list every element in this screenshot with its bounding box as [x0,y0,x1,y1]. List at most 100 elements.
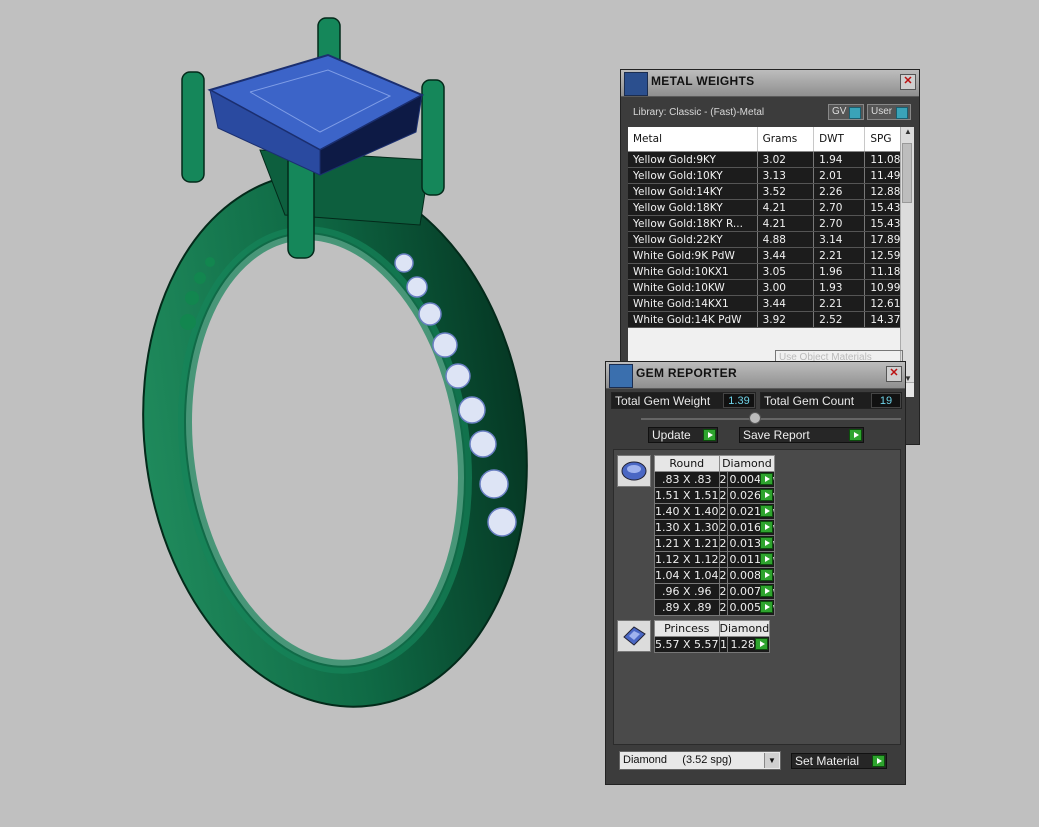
ring-model[interactable] [100,0,660,760]
table-row[interactable]: White Gold:10KX1 3.05 1.96 11.18 [628,263,914,280]
splitter[interactable] [641,418,901,420]
metal-cell: Yellow Gold:9KY [628,151,758,168]
col-header-metal[interactable]: Metal [628,127,758,152]
play-icon [849,429,862,441]
count-cell: 2 [718,503,728,520]
table-row[interactable]: White Gold:14KX1 3.44 2.21 12.61 [628,295,914,312]
table-row[interactable]: 1.21 X 1.21 2 0.013tw [654,535,776,552]
close-icon[interactable]: ✕ [886,366,902,382]
dwt-cell: 2.21 [813,295,866,312]
scroll-thumb[interactable] [902,143,912,203]
vertical-scrollbar[interactable]: ▲ ▼ [900,127,914,383]
princess-gem-icon [617,620,651,652]
close-icon[interactable]: ✕ [900,74,916,90]
material-select-value: Diamond (3.52 spg) [623,754,732,766]
weight-cell: 0.007tw [726,583,776,600]
weight-cell: 0.004tw [726,471,776,488]
grams-cell: 4.88 [757,231,815,248]
scroll-up-icon[interactable]: ▲ [904,127,912,136]
table-row[interactable]: Yellow Gold:10KY 3.13 2.01 11.49 [628,167,914,184]
table-row[interactable]: White Gold:10KW 3.00 1.93 10.99 [628,279,914,296]
update-button[interactable]: Update [648,427,718,443]
metal-cell: White Gold:10KX1 [628,263,758,280]
dwt-cell: 2.70 [813,199,866,216]
weight-cell: 0.005tw [726,599,776,616]
select-gem-icon[interactable] [760,553,774,565]
grams-cell: 3.02 [757,151,815,168]
gem-reporter-title: GEM REPORTER [636,366,737,380]
play-icon [872,755,885,767]
table-row[interactable]: Yellow Gold:14KY 3.52 2.26 12.88 [628,183,914,200]
size-cell: 1.21 X 1.21 [654,535,720,552]
dwt-cell: 2.21 [813,247,866,264]
select-gem-icon[interactable] [755,638,769,650]
count-cell: 2 [718,567,728,584]
shape-header: Round [654,455,720,472]
table-row[interactable]: .96 X .96 2 0.007tw [654,583,776,600]
table-row[interactable]: Yellow Gold:18KY R... 4.21 2.70 15.43 [628,215,914,232]
grams-cell: 3.05 [757,263,815,280]
col-header-grams[interactable]: Grams [757,127,815,152]
grams-cell: 3.00 [757,279,815,296]
grams-cell: 4.21 [757,215,815,232]
shape-header: Princess [654,620,720,637]
table-row[interactable]: White Gold:9K PdW 3.44 2.21 12.59 [628,247,914,264]
grams-cell: 3.44 [757,247,815,264]
col-header-dwt[interactable]: DWT [813,127,866,152]
set-material-label: Set Material [795,754,860,768]
size-cell: 1.04 X 1.04 [654,567,720,584]
grams-cell: 3.52 [757,183,815,200]
material-select[interactable]: Diamond (3.52 spg) ▼ [619,751,781,770]
weight-cell: 0.021tw [726,503,776,520]
table-row[interactable]: White Gold:14K PdW 3.92 2.52 14.37 [628,311,914,328]
select-gem-icon[interactable] [760,489,774,501]
dwt-cell: 2.01 [813,167,866,184]
select-gem-icon[interactable] [760,537,774,549]
total-gem-weight-value: 1.39 [723,393,755,408]
table-row[interactable]: .83 X .83 2 0.004tw [654,471,776,488]
metal-cell: White Gold:9K PdW [628,247,758,264]
count-cell: 2 [718,487,728,504]
table-row[interactable]: 1.12 X 1.12 2 0.011tw [654,551,776,568]
select-gem-icon[interactable] [760,505,774,517]
select-gem-icon[interactable] [760,601,774,613]
weight-cell: 0.011tw [726,551,776,568]
chevron-down-icon[interactable]: ▼ [764,753,779,768]
select-gem-icon[interactable] [760,569,774,581]
splitter-handle-icon[interactable] [749,412,761,424]
user-toggle[interactable]: User [867,104,911,120]
round-gem-icon [617,455,651,487]
user-label: User [871,106,893,117]
select-gem-icon[interactable] [760,585,774,597]
select-gem-icon[interactable] [760,473,774,485]
metal-weights-titlebar[interactable]: METAL WEIGHTS ✕ [621,70,919,97]
table-row[interactable]: Yellow Gold:22KY 4.88 3.14 17.89 [628,231,914,248]
table-row[interactable]: 1.04 X 1.04 2 0.008tw [654,567,776,584]
save-report-button[interactable]: Save Report [739,427,864,443]
set-material-button[interactable]: Set Material [791,753,887,769]
gem-reporter-panel: GEM REPORTER ✕ Total Gem Weight 1.39 Tot… [605,361,906,785]
gv-toggle[interactable]: GV [828,104,864,120]
table-row[interactable]: 1.30 X 1.30 2 0.016tw [654,519,776,536]
gem-reporter-titlebar[interactable]: GEM REPORTER ✕ [606,362,905,389]
table-row[interactable]: Yellow Gold:18KY 4.21 2.70 15.43 [628,199,914,216]
dwt-cell: 2.26 [813,183,866,200]
total-gem-weight-label: Total Gem Weight 1.39 [611,392,756,409]
table-row[interactable]: 1.51 X 1.51 2 0.026tw [654,487,776,504]
size-cell: 1.30 X 1.30 [654,519,720,536]
grams-cell: 3.44 [757,295,815,312]
table-row[interactable]: .89 X .89 2 0.005tw [654,599,776,616]
select-gem-icon[interactable] [760,521,774,533]
metal-cell: Yellow Gold:18KY [628,199,758,216]
table-row[interactable]: 5.57 X 5.57 1 1.28tw [654,636,771,653]
count-cell: 2 [718,519,728,536]
gv-label: GV [832,106,847,117]
gem-reporter-icon [609,364,633,388]
count-cell: 2 [718,599,728,616]
total-gem-count-value: 19 [871,393,901,408]
table-row[interactable]: 1.40 X 1.40 2 0.021tw [654,503,776,520]
grams-cell: 3.92 [757,311,815,328]
total-gem-count-text: Total Gem Count [764,394,855,408]
grams-cell: 3.13 [757,167,815,184]
table-row[interactable]: Yellow Gold:9KY 3.02 1.94 11.08 [628,151,914,168]
